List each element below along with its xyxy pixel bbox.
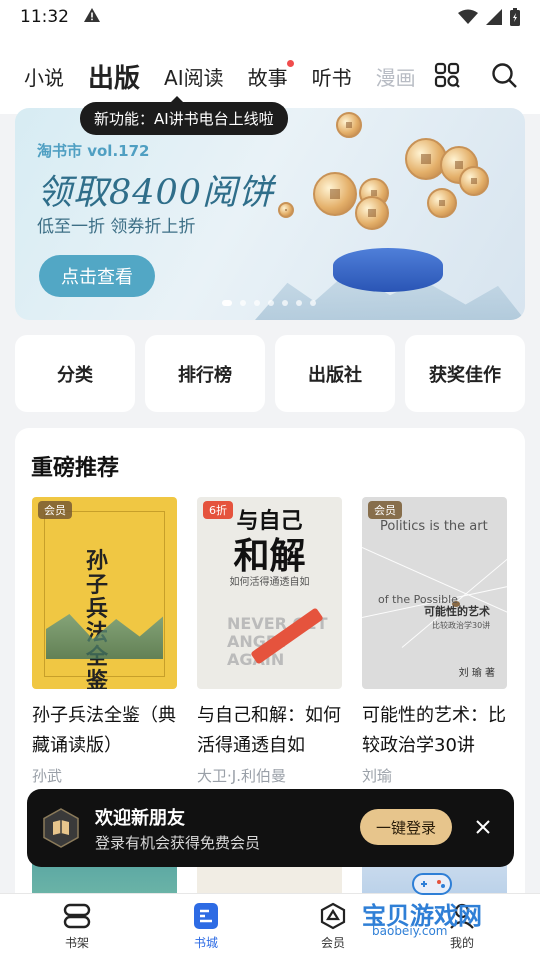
tab-stories-label: 故事	[247, 66, 288, 90]
book-cover[interactable]: Politics is the art of the Possible 可能性的…	[362, 497, 507, 689]
banner-cta-button[interactable]: 点击查看	[39, 255, 155, 297]
discount-badge: 6折	[203, 501, 233, 519]
quick-link-rankings[interactable]: 排行榜	[145, 335, 265, 412]
tab-ai-reading[interactable]: AI阅读	[164, 62, 224, 91]
book-title[interactable]: 与自己和解：如何活得通透自如	[197, 701, 342, 761]
banner-brand: 淘书市 vol.172	[37, 142, 150, 160]
close-icon[interactable]	[472, 816, 494, 842]
cover-english-line1: Politics is the art	[380, 519, 488, 534]
book-card[interactable]: 与自己 和解 如何活得通透自如 NEVER GET ANGRY AGAIN 6折…	[197, 497, 342, 786]
banner-subtitle: 低至一折 领券折上折	[37, 217, 196, 237]
quick-links: 分类 排行榜 出版社 获奖佳作	[15, 335, 525, 412]
nav-label: 会员	[320, 936, 345, 950]
one-click-login-button[interactable]: 一键登录	[360, 809, 452, 845]
banner-headline: 领取8400阅饼	[37, 173, 275, 213]
promo-banner[interactable]: 淘书市 vol.172 领取8400阅饼 低至一折 领券折上折 点击查看	[15, 108, 525, 320]
nav-bookstore[interactable]: 书城	[176, 902, 236, 951]
book-card[interactable]: 孙子兵法全鉴 会员 孙子兵法全鉴（典藏诵读版） 孙武	[32, 497, 177, 786]
gamepad-icon	[412, 873, 452, 895]
member-badge: 会员	[38, 501, 72, 519]
quick-link-awards[interactable]: 获奖佳作	[405, 335, 525, 412]
quick-link-publishers[interactable]: 出版社	[275, 335, 395, 412]
banner-pot-illustration	[333, 248, 443, 292]
book-author: 刘瑜	[362, 767, 393, 785]
new-feature-tooltip[interactable]: 新功能：AI讲书电台上线啦	[80, 96, 288, 135]
search-icon[interactable]	[491, 62, 518, 93]
member-icon	[320, 902, 346, 930]
book-author: 孙武	[32, 767, 63, 785]
bookshelf-icon	[63, 903, 91, 929]
cover-chinese-title: 可能性的艺术	[424, 605, 490, 618]
site-watermark: 宝贝游戏网 baobeiy.com	[362, 866, 512, 946]
cover-chinese-subtitle: 比较政治学30讲	[432, 621, 491, 630]
tab-publishing[interactable]: 出版	[88, 58, 140, 95]
cover-subtitle: 如何活得通透自如	[229, 577, 310, 588]
nav-label: 书架	[64, 936, 89, 950]
notification-dot	[286, 60, 294, 67]
book-cover[interactable]: 与自己 和解 如何活得通透自如 NEVER GET ANGRY AGAIN 6折	[197, 497, 342, 689]
cover-author: 刘 瑜 著	[458, 668, 495, 679]
status-time: 11:32	[20, 7, 69, 27]
signal-icon	[486, 9, 502, 25]
nav-bookshelf[interactable]: 书架	[47, 902, 107, 951]
app-logo-icon	[41, 808, 81, 848]
banner-pagination	[222, 300, 316, 306]
watermark-url: baobeiy.com	[372, 924, 448, 938]
grid-icon[interactable]	[434, 62, 460, 92]
tab-stories[interactable]: 故事	[247, 60, 294, 91]
nav-member[interactable]: 会员	[303, 902, 363, 951]
book-author: 大卫·J.利伯曼	[197, 767, 286, 785]
login-prompt: 欢迎新朋友 登录有机会获得免费会员 一键登录	[27, 789, 514, 867]
login-prompt-title: 欢迎新朋友	[95, 808, 185, 829]
tab-comics[interactable]: 漫画	[376, 62, 416, 91]
book-title[interactable]: 孙子兵法全鉴（典藏诵读版）	[32, 701, 177, 761]
status-bar: 11:32	[0, 0, 540, 34]
member-badge: 会员	[368, 501, 402, 519]
tab-audiobooks[interactable]: 听书	[312, 62, 352, 91]
wifi-icon	[458, 9, 478, 24]
login-prompt-message: 登录有机会获得免费会员	[95, 834, 261, 852]
cover-title: 孙子兵法全鉴	[86, 548, 109, 689]
book-cover[interactable]: 孙子兵法全鉴 会员	[32, 497, 177, 689]
nav-label: 书城	[193, 936, 218, 950]
section-title: 重磅推荐	[31, 456, 120, 481]
quick-link-categories[interactable]: 分类	[15, 335, 135, 412]
bookstore-icon	[194, 903, 218, 929]
channel-tabs: 小说 出版 AI阅读 故事 听书 漫画	[24, 58, 416, 95]
cover-title-line2: 和解	[233, 535, 306, 577]
tab-novel[interactable]: 小说	[24, 62, 64, 91]
book-card[interactable]: Politics is the art of the Possible 可能性的…	[362, 497, 507, 786]
book-title[interactable]: 可能性的艺术：比较政治学30讲	[362, 701, 507, 761]
battery-icon	[510, 8, 520, 26]
warning-triangle-icon	[83, 7, 101, 27]
